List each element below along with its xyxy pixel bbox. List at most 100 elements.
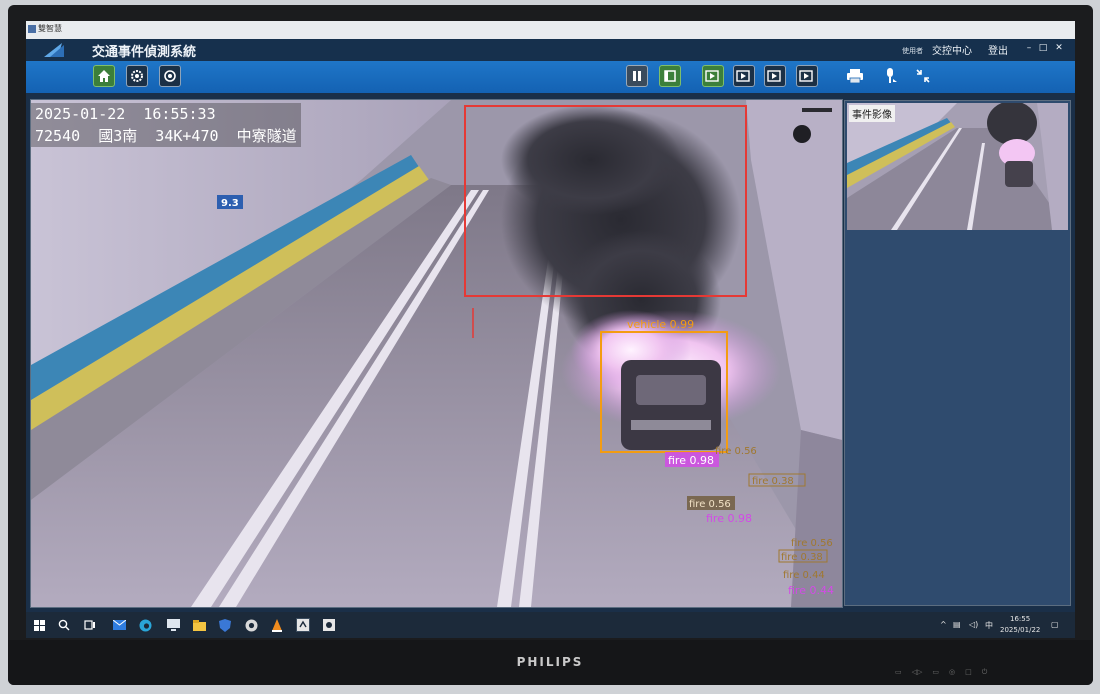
tunnel-scene: 9.3 vehicle 0.99 fire 0.98 fire 0.56 fir… [31, 100, 842, 607]
fire-detection-label: fire 0.44 [788, 584, 834, 597]
remote-desktop-icon [166, 619, 180, 631]
monitor-button-icon: ▭ [895, 668, 902, 676]
search-icon [58, 619, 70, 631]
monitor-buttons: ▭ ◁▷ ▭ ◎ □ ⏻ [895, 668, 987, 677]
fire-detection-label: fire 0.98 [706, 512, 752, 525]
close-button[interactable]: ✕ [1054, 43, 1064, 53]
video-3-button[interactable] [764, 65, 786, 87]
collapse-button[interactable] [912, 65, 934, 87]
stop-icon [664, 70, 676, 82]
video-2-button[interactable] [733, 65, 755, 87]
event-image-label: 事件影像 [849, 105, 895, 122]
power-icon: ⏻ [981, 668, 988, 676]
stop-button[interactable] [659, 65, 681, 87]
task-view-icon [84, 620, 95, 630]
camera-icon [793, 125, 811, 143]
taskbar: ^ ▤ ◁) 中 16:55 2025/01/22 ▢ [26, 612, 1075, 638]
video-4-button[interactable] [796, 65, 818, 87]
vehicle-detection-label: vehicle 0.99 [627, 318, 694, 331]
monitor-button-icon: ◎ [949, 668, 956, 676]
event-panel: 事件影像 [844, 100, 1071, 606]
taskbar-time[interactable]: 16:55 [1010, 615, 1030, 623]
pause-button[interactable] [626, 65, 648, 87]
chrome-icon [245, 619, 257, 631]
volume-icon[interactable]: ◁) [969, 620, 978, 629]
window-mini-title-text: 雙智慧 [38, 24, 62, 33]
monitor-brand-logo: PHILIPS [516, 655, 584, 669]
video-4-icon [799, 70, 813, 82]
shield-app[interactable] [218, 618, 232, 632]
app-title: 交通事件偵測系統 [92, 45, 197, 60]
user-name: 交控中心 [932, 46, 972, 57]
search-button[interactable] [57, 618, 71, 632]
chevron-up-icon[interactable]: ^ [940, 620, 947, 629]
app-a-icon [297, 619, 309, 631]
screen: 雙智慧 交通事件偵測系統 使用者 交控中心 登出 – □ ✕ 9.3 vehic… [26, 21, 1075, 638]
collapse-icon [916, 69, 930, 83]
app-icon [28, 24, 36, 33]
fire-detection-label: fire 0.98 [668, 454, 714, 467]
app-logo-icon [44, 43, 64, 57]
video-overlay: 2025-01-22 16:55:33 72540 國3南 34K+470 中寮隧… [31, 103, 301, 147]
video-timestamp: 2025-01-22 16:55:33 [35, 105, 216, 123]
file-explorer-icon [192, 619, 206, 631]
window-title-bar: 雙智慧 [26, 21, 1075, 39]
windows-icon [33, 619, 45, 631]
reset-button[interactable] [159, 65, 181, 87]
taskbar-date[interactable]: 2025/01/22 [1000, 626, 1040, 634]
edge-icon [139, 619, 151, 631]
fire-detection-label: fire 0.56 [689, 499, 731, 510]
reset-icon [164, 70, 176, 82]
maximize-button[interactable]: □ [1038, 43, 1048, 53]
video-location: 72540 國3南 34K+470 中寮隧道 [35, 127, 297, 145]
print-icon [847, 69, 863, 84]
fire-detection-label: fire 0.38 [752, 476, 794, 487]
window-mini-title: 雙智慧 [28, 23, 62, 34]
pin-icon [887, 68, 897, 83]
fire-detection-label: fire 0.44 [783, 570, 825, 581]
monitor-button-icon: ◁▷ [911, 668, 923, 676]
fire-detection-label: fire 0.56 [791, 538, 833, 549]
event-thumbnail[interactable]: 事件影像 [847, 103, 1068, 230]
home-icon [98, 70, 110, 82]
fire-detection-label: fire 0.38 [781, 552, 823, 563]
monitor-button-icon: □ [965, 668, 972, 676]
pin-button[interactable] [879, 65, 901, 87]
file-explorer-app[interactable] [192, 618, 206, 632]
print-button[interactable] [844, 65, 866, 87]
video-3-icon [767, 70, 781, 82]
mail-icon [112, 620, 126, 630]
logout-button[interactable]: 登出 [988, 42, 1008, 57]
video-1-button[interactable] [702, 65, 724, 87]
home-button[interactable] [93, 65, 115, 87]
notification-icon[interactable]: ▢ [1051, 620, 1059, 629]
video-1-icon [705, 70, 719, 82]
ime-indicator[interactable]: 中 [985, 620, 993, 631]
monitor-button-icon: ▭ [932, 668, 940, 676]
app-b-icon [323, 619, 335, 631]
edge-app[interactable] [138, 618, 152, 632]
minimize-button[interactable]: – [1024, 43, 1034, 53]
vlc-icon [272, 618, 282, 632]
event-thumbnail-scene [847, 103, 1068, 230]
shield-app-icon [219, 618, 231, 632]
task-view-button[interactable] [83, 618, 97, 632]
remote-desktop-app[interactable] [166, 618, 180, 632]
app-a-button[interactable] [296, 618, 310, 632]
tunnel-sign-text: 9.3 [221, 198, 239, 209]
settings-button[interactable] [126, 65, 148, 87]
main-video-feed[interactable]: 9.3 vehicle 0.99 fire 0.98 fire 0.56 fir… [30, 99, 843, 608]
chrome-app[interactable] [244, 618, 258, 632]
app-header: 交通事件偵測系統 使用者 交控中心 登出 – □ ✕ [26, 39, 1075, 61]
fire-detection-label: fire 0.56 [715, 446, 757, 457]
windows-start-button[interactable] [32, 618, 46, 632]
pause-icon [633, 71, 641, 81]
video-2-icon [736, 70, 750, 82]
settings-icon [131, 70, 143, 82]
vlc-app[interactable] [270, 618, 284, 632]
user-label: 使用者 [902, 47, 923, 55]
mail-app[interactable] [112, 618, 126, 632]
network-icon[interactable]: ▤ [953, 620, 961, 629]
app-b-button[interactable] [322, 618, 336, 632]
toolbar [26, 61, 1075, 93]
